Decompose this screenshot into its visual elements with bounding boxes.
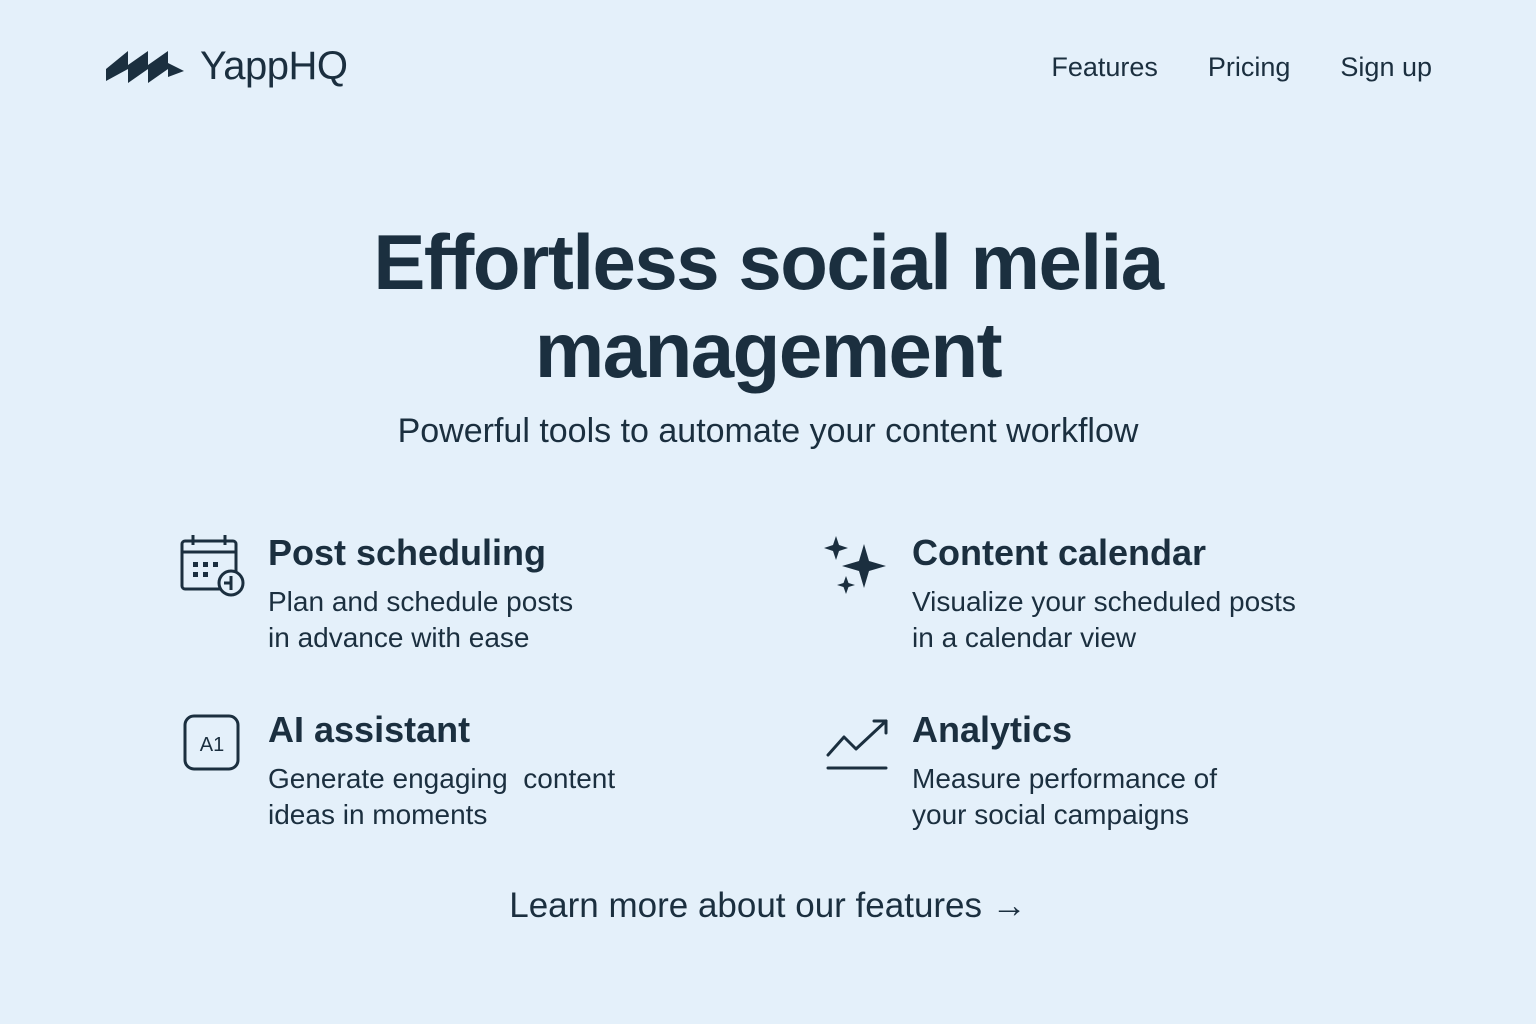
feature-content-calendar: Content calendar Visualize your schedule… [822, 532, 1382, 672]
feature-desc-line2: in advance with ease [268, 622, 530, 653]
sparkles-icon [822, 532, 894, 604]
brand-name: YappHQ [200, 44, 348, 88]
nav-signup-link[interactable]: Sign up [1340, 52, 1432, 83]
calendar-clock-icon [178, 532, 250, 604]
feature-ai-assistant: A1 AI assistant Generate engaging conten… [178, 709, 738, 849]
feature-desc-line1: Generate engaging content [268, 763, 616, 794]
feature-title: Content calendar [912, 532, 1207, 573]
logo-link[interactable]: YappHQ [106, 44, 348, 89]
feature-analytics: Analytics Measure performance of your so… [822, 709, 1382, 849]
feature-desc-line2: ideas in moments [268, 799, 488, 830]
feature-post-scheduling: Post scheduling Plan and schedule posts … [178, 532, 738, 672]
feature-description: Plan and schedule posts in advance with … [268, 584, 738, 656]
feature-desc-line1: Visualize your scheduled posts [912, 586, 1296, 617]
nav-features-link[interactable]: Features [1051, 52, 1158, 83]
feature-description: Visualize your scheduled posts in a cale… [912, 584, 1382, 656]
feature-title: Post scheduling [268, 532, 547, 573]
nav-pricing-link[interactable]: Pricing [1208, 52, 1291, 83]
hero-title-line2: management [534, 306, 1003, 394]
hero-title-line1: Effortless social melia [373, 218, 1164, 306]
feature-title: AI assistant [268, 709, 471, 750]
site-header: YappHQ Features Pricing Sign up [0, 0, 1536, 140]
feature-title: Analytics [912, 709, 1073, 750]
top-nav: Features Pricing Sign up [1051, 52, 1432, 83]
feature-desc-line1: Plan and schedule posts [268, 586, 574, 617]
zigzag-logo-icon [106, 47, 184, 87]
ai-box-icon-label: A1 [200, 734, 224, 756]
hero-subtitle: Powerful tools to automate your content … [397, 412, 1139, 450]
trend-up-icon [822, 709, 894, 781]
learn-more-link[interactable]: Learn more about our features → [0, 886, 1536, 926]
feature-description: Measure performance of your social campa… [912, 761, 1382, 833]
hero-title: Effortless social melia management [0, 218, 1536, 394]
feature-desc-line1: Measure performance of [912, 763, 1218, 794]
ai-box-icon: A1 [178, 709, 250, 781]
feature-description: Generate engaging content ideas in momen… [268, 761, 738, 833]
feature-desc-line2: your social campaigns [912, 799, 1190, 830]
feature-desc-line2: in a calendar view [912, 622, 1137, 653]
